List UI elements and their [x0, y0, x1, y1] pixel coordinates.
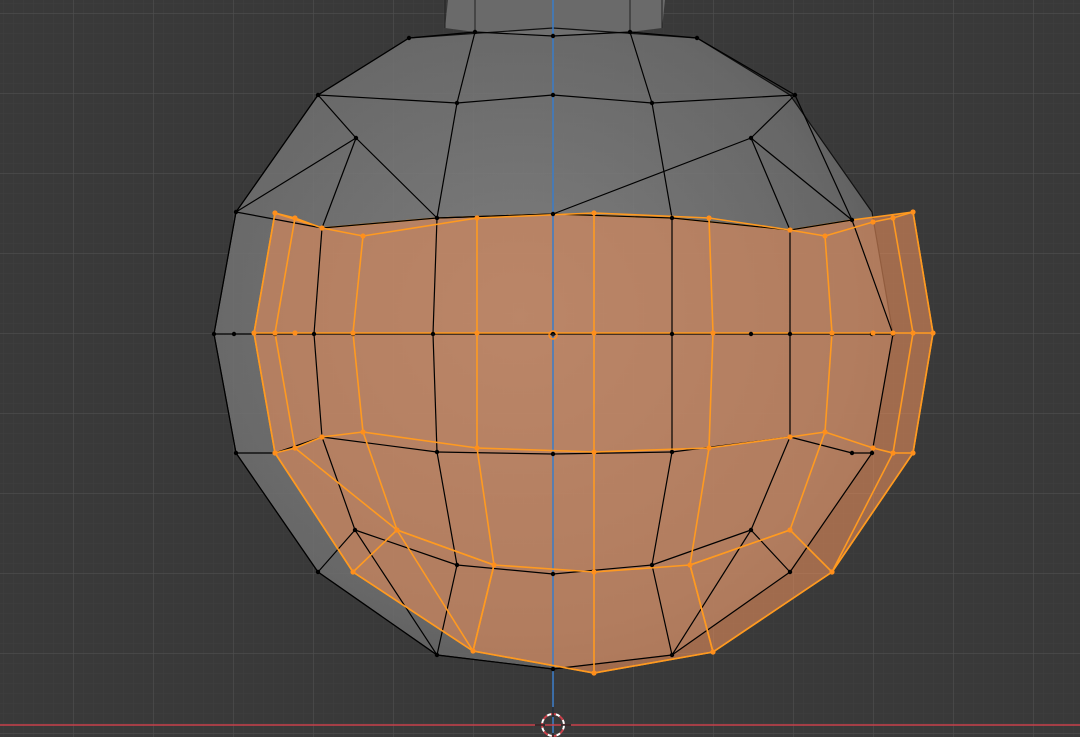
selected-vertex[interactable] — [870, 219, 876, 225]
selected-vertex[interactable] — [591, 449, 597, 455]
mesh-vertex[interactable] — [669, 652, 675, 658]
selected-vertex[interactable] — [706, 215, 712, 221]
mesh-vertex[interactable] — [211, 331, 217, 337]
viewport-scene[interactable] — [0, 0, 1080, 737]
selected-vertex[interactable] — [394, 527, 400, 533]
mesh-vertex[interactable] — [792, 92, 798, 98]
mesh-vertex[interactable] — [233, 209, 239, 215]
selected-vertex[interactable] — [822, 429, 828, 435]
selected-vertex[interactable] — [272, 330, 278, 336]
mesh-vertex[interactable] — [550, 211, 556, 217]
mesh-vertex[interactable] — [454, 562, 460, 568]
selected-vertex[interactable] — [710, 649, 716, 655]
mesh-vertex[interactable] — [353, 135, 359, 141]
selected-vertex[interactable] — [272, 210, 278, 216]
mesh-vertex[interactable] — [550, 33, 556, 39]
mesh-vertex[interactable] — [311, 331, 317, 337]
3d-viewport[interactable] — [0, 0, 1080, 737]
selected-vertex[interactable] — [710, 330, 716, 336]
selected-vertex[interactable] — [787, 434, 793, 440]
mesh-vertex[interactable] — [434, 215, 440, 221]
mesh-vertex[interactable] — [649, 100, 655, 106]
selected-vertex[interactable] — [319, 434, 325, 440]
mesh-vertex[interactable] — [434, 652, 440, 658]
selected-vertex[interactable] — [829, 330, 835, 336]
selected-vertex[interactable] — [591, 569, 597, 575]
mesh-vertex[interactable] — [787, 569, 793, 575]
selected-vertex[interactable] — [910, 209, 916, 215]
selected-vertex[interactable] — [360, 233, 366, 239]
selected-vertex[interactable] — [474, 445, 480, 451]
selected-vertex[interactable] — [910, 330, 916, 336]
selected-vertex[interactable] — [491, 562, 497, 568]
selected-vertex[interactable] — [822, 233, 828, 239]
selected-vertex[interactable] — [706, 445, 712, 451]
selected-vertex[interactable] — [591, 670, 597, 676]
mesh-vertex[interactable] — [472, 29, 478, 35]
mesh-vertex[interactable] — [649, 562, 655, 568]
selected-vertex[interactable] — [319, 225, 325, 231]
mesh-vertex[interactable] — [849, 450, 855, 456]
mesh-vertex[interactable] — [315, 92, 321, 98]
selected-vertex[interactable] — [890, 330, 896, 336]
selected-vertex[interactable] — [470, 648, 476, 654]
selected-vertex[interactable] — [870, 445, 876, 451]
selected-vertex[interactable] — [360, 429, 366, 435]
mesh-vertex[interactable] — [627, 29, 633, 35]
mesh-vertex[interactable] — [430, 331, 436, 337]
selected-vertex[interactable] — [474, 215, 480, 221]
mesh-vertex[interactable] — [694, 35, 700, 41]
mesh-vertex[interactable] — [748, 135, 754, 141]
selected-vertex[interactable] — [474, 330, 480, 336]
selected-vertex[interactable] — [591, 210, 597, 216]
selected-vertex[interactable] — [292, 215, 298, 221]
mesh-vertex[interactable] — [669, 449, 675, 455]
mesh-vertex[interactable] — [550, 92, 556, 98]
selected-vertex[interactable] — [890, 215, 896, 221]
mesh-vertex[interactable] — [869, 450, 875, 456]
selected-vertex[interactable] — [930, 330, 936, 336]
mesh-vertex[interactable] — [231, 331, 237, 337]
mesh-vertex[interactable] — [748, 527, 754, 533]
selected-vertex[interactable] — [292, 330, 298, 336]
selected-vertex[interactable] — [910, 450, 916, 456]
mesh-vertex[interactable] — [669, 215, 675, 221]
selected-vertex[interactable] — [350, 569, 356, 575]
mesh-vertex[interactable] — [787, 331, 793, 337]
selected-vertex[interactable] — [251, 330, 257, 336]
mesh-vertex[interactable] — [550, 571, 556, 577]
selected-vertex[interactable] — [292, 445, 298, 451]
mesh-vertex[interactable] — [550, 451, 556, 457]
mesh-vertex[interactable] — [748, 331, 754, 337]
mesh-vertex[interactable] — [550, 666, 556, 672]
mesh-vertex[interactable] — [315, 569, 321, 575]
selected-vertex[interactable] — [687, 562, 693, 568]
mesh-vertex[interactable] — [233, 450, 239, 456]
selected-vertex[interactable] — [591, 330, 597, 336]
mesh-vertex[interactable] — [669, 331, 675, 337]
selected-vertex[interactable] — [350, 330, 356, 336]
mesh-vertex[interactable] — [434, 449, 440, 455]
selected-vertex[interactable] — [829, 569, 835, 575]
selected-vertex[interactable] — [787, 527, 793, 533]
selected-vertex[interactable] — [870, 330, 876, 336]
mesh-vertex[interactable] — [352, 527, 358, 533]
selected-vertex[interactable] — [890, 450, 896, 456]
mesh-vertex[interactable] — [849, 217, 855, 223]
mesh-vertex[interactable] — [454, 100, 460, 106]
selected-vertex[interactable] — [272, 450, 278, 456]
mesh-vertex[interactable] — [406, 35, 412, 41]
selected-vertex[interactable] — [787, 227, 793, 233]
